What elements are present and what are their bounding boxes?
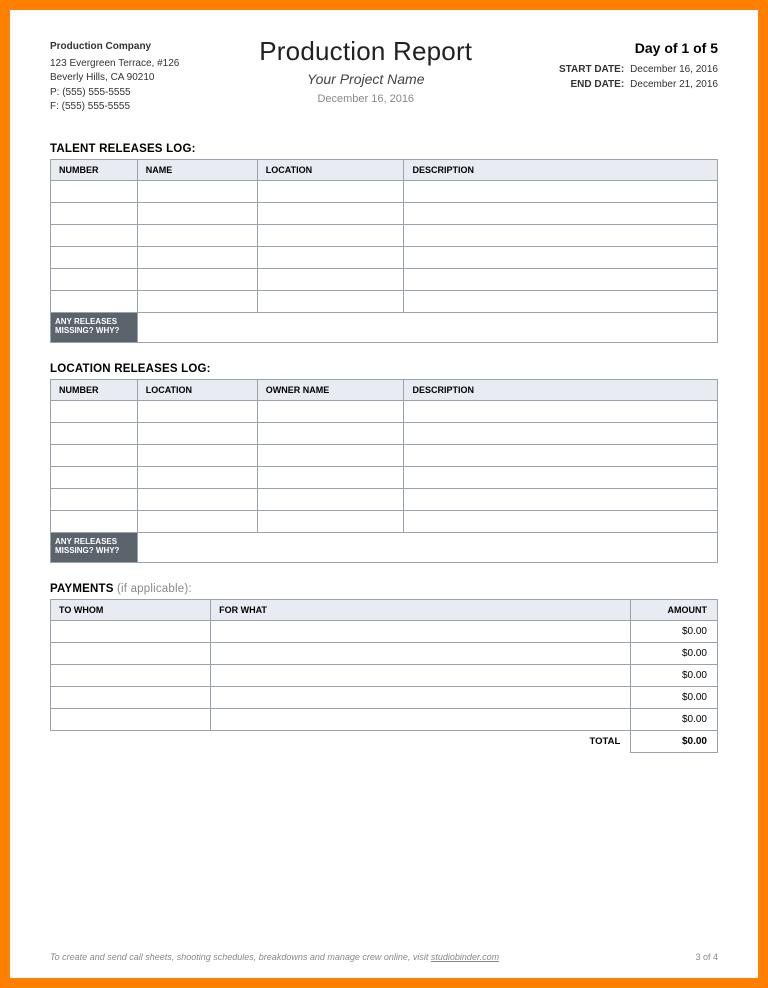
start-date-label: START DATE:	[552, 62, 624, 77]
title-block: Production Report Your Project Name Dece…	[179, 36, 552, 105]
day-of: Day of 1 of 5	[552, 40, 718, 56]
table-row	[51, 290, 718, 312]
location-header-row: NUMBER LOCATION OWNER NAME DESCRIPTION	[51, 379, 718, 400]
th-description: DESCRIPTION	[404, 379, 718, 400]
talent-table: NUMBER NAME LOCATION DESCRIPTION ANY REL…	[50, 159, 718, 343]
footer: To create and send call sheets, shooting…	[50, 952, 718, 962]
location-heading: LOCATION RELEASES LOG:	[50, 363, 718, 375]
th-name: NAME	[137, 159, 257, 180]
header-right: Day of 1 of 5 START DATE: December 16, 2…	[552, 40, 718, 92]
table-row	[51, 466, 718, 488]
table-row	[51, 488, 718, 510]
table-row	[51, 400, 718, 422]
talent-missing-value	[137, 312, 717, 342]
location-table: NUMBER LOCATION OWNER NAME DESCRIPTION A…	[50, 379, 718, 563]
th-number: NUMBER	[51, 159, 138, 180]
talent-heading: TALENT RELEASES LOG:	[50, 143, 718, 155]
location-missing-value	[137, 532, 717, 562]
company-address-1: 123 Evergreen Terrace, #126	[50, 57, 179, 72]
company-address-2: Beverly Hills, CA 90210	[50, 71, 179, 86]
th-owner: OWNER NAME	[257, 379, 404, 400]
th-to-whom: TO WHOM	[51, 599, 211, 620]
subtitle: Your Project Name	[179, 71, 552, 87]
end-date-label: END DATE:	[552, 77, 624, 92]
table-row	[51, 444, 718, 466]
th-for-what: FOR WHAT	[211, 599, 631, 620]
table-row: $0.00	[51, 620, 718, 642]
payments-table: TO WHOM FOR WHAT AMOUNT $0.00 $0.00 $0.0…	[50, 599, 718, 753]
table-row: $0.00	[51, 708, 718, 730]
company-phone: P: (555) 555-5555	[50, 86, 179, 101]
start-date-row: START DATE: December 16, 2016	[552, 62, 718, 77]
company-fax: F: (555) 555-5555	[50, 100, 179, 115]
end-date-value: December 21, 2016	[630, 77, 718, 92]
total-label: TOTAL	[211, 730, 631, 752]
talent-header-row: NUMBER NAME LOCATION DESCRIPTION	[51, 159, 718, 180]
document-frame: Production Company 123 Evergreen Terrace…	[0, 0, 768, 988]
talent-missing-label: ANY RELEASES MISSING? WHY?	[51, 312, 138, 342]
footer-text: To create and send call sheets, shooting…	[50, 952, 499, 962]
th-description: DESCRIPTION	[404, 159, 718, 180]
footer-link[interactable]: studiobinder.com	[431, 952, 499, 962]
table-row	[51, 422, 718, 444]
table-row: $0.00	[51, 642, 718, 664]
table-row: $0.00	[51, 686, 718, 708]
th-amount: AMOUNT	[631, 599, 718, 620]
th-number: NUMBER	[51, 379, 138, 400]
th-location: LOCATION	[257, 159, 404, 180]
payments-total-row: TOTAL $0.00	[51, 730, 718, 752]
end-date-row: END DATE: December 21, 2016	[552, 77, 718, 92]
table-row	[51, 224, 718, 246]
location-missing-row: ANY RELEASES MISSING? WHY?	[51, 532, 718, 562]
table-row: $0.00	[51, 664, 718, 686]
company-name: Production Company	[50, 40, 179, 55]
header: Production Company 123 Evergreen Terrace…	[50, 40, 718, 115]
start-date-value: December 16, 2016	[630, 62, 718, 77]
table-row	[51, 180, 718, 202]
table-row	[51, 510, 718, 532]
main-title: Production Report	[179, 36, 552, 67]
th-location: LOCATION	[137, 379, 257, 400]
title-date: December 16, 2016	[179, 93, 552, 105]
table-row	[51, 202, 718, 224]
payments-header-row: TO WHOM FOR WHAT AMOUNT	[51, 599, 718, 620]
table-row	[51, 246, 718, 268]
payments-heading: PAYMENTS (if applicable):	[50, 583, 718, 595]
location-missing-label: ANY RELEASES MISSING? WHY?	[51, 532, 138, 562]
table-row	[51, 268, 718, 290]
talent-missing-row: ANY RELEASES MISSING? WHY?	[51, 312, 718, 342]
company-block: Production Company 123 Evergreen Terrace…	[50, 40, 179, 115]
total-value: $0.00	[631, 730, 718, 752]
page-number: 3 of 4	[695, 952, 718, 962]
